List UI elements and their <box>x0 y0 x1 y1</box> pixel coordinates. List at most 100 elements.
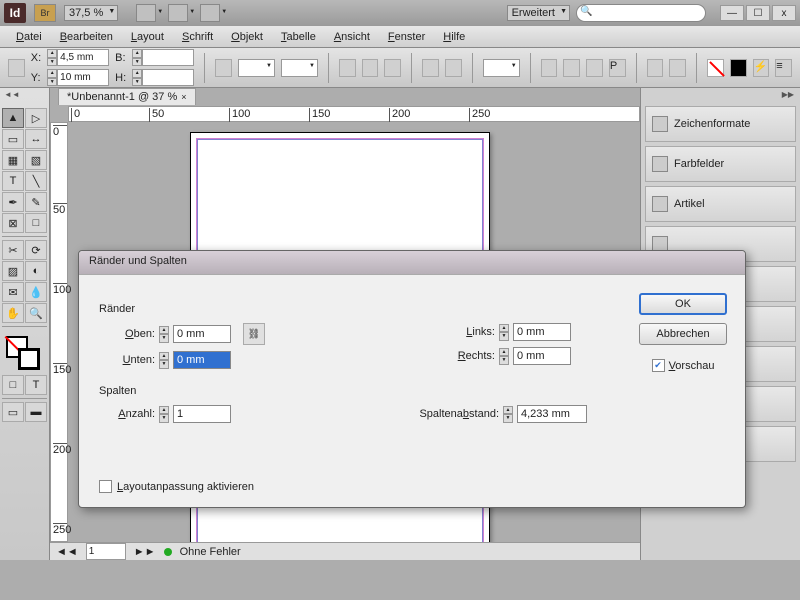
stroke-swatch[interactable] <box>18 348 40 370</box>
zoom-tool[interactable]: 🔍 <box>25 303 47 323</box>
abstand-input[interactable] <box>517 405 587 423</box>
layout-checkbox[interactable] <box>99 480 112 493</box>
page-nav-prev[interactable]: ◄◄ <box>56 546 78 558</box>
search-input[interactable] <box>576 4 706 22</box>
links-spinner[interactable]: ▲▼ <box>499 324 509 341</box>
select-container-icon[interactable] <box>422 59 439 77</box>
content-placer-tool[interactable]: ▧ <box>25 150 47 170</box>
link-margins-icon[interactable]: ⛓ <box>243 323 265 345</box>
flip-h-icon[interactable] <box>362 59 379 77</box>
fill-stroke-swatch[interactable] <box>2 334 47 374</box>
eyedropper-tool[interactable]: 💧 <box>25 282 47 302</box>
rechts-input[interactable] <box>513 347 571 365</box>
gradient-tool[interactable]: ▨ <box>2 261 24 281</box>
page-number-input[interactable] <box>86 543 126 560</box>
distribute-icon[interactable] <box>669 59 686 77</box>
document-tab[interactable]: *Unbenannt-1 @ 37 % × <box>58 88 196 105</box>
tab-close-icon[interactable]: × <box>181 92 186 102</box>
selection-tool[interactable]: ▲ <box>2 108 24 128</box>
screen-mode-icon[interactable] <box>168 4 188 22</box>
apply-color-tool[interactable]: □ <box>2 375 24 395</box>
menu-tabelle[interactable]: Tabelle <box>273 29 324 45</box>
type-tool[interactable]: T <box>2 171 24 191</box>
anzahl-spinner[interactable]: ▲▼ <box>159 406 169 423</box>
rechts-spinner[interactable]: ▲▼ <box>499 348 509 365</box>
close-button[interactable]: x <box>772 5 796 21</box>
cancel-button[interactable]: Abbrechen <box>639 323 727 345</box>
panel-artikel[interactable]: Artikel <box>645 186 796 222</box>
normal-view-tool[interactable]: ▭ <box>2 402 24 422</box>
wrap-icon[interactable] <box>563 59 580 77</box>
pen-tool[interactable]: ✒ <box>2 192 24 212</box>
fill-icon[interactable] <box>707 59 724 77</box>
pencil-tool[interactable]: ✎ <box>25 192 47 212</box>
rectangle-frame-tool[interactable]: ⊠ <box>2 213 24 233</box>
stroke-weight-dd[interactable] <box>483 59 520 77</box>
quick-apply-icon[interactable]: ⚡ <box>753 59 770 77</box>
page-nav-next[interactable]: ►► <box>134 546 156 558</box>
maximize-button[interactable]: ☐ <box>746 5 770 21</box>
panel-zeichenformate[interactable]: Zeichenformate <box>645 106 796 142</box>
menu-hilfe[interactable]: Hilfe <box>435 29 473 45</box>
menu-objekt[interactable]: Objekt <box>223 29 271 45</box>
oben-input[interactable] <box>173 325 231 343</box>
abstand-spinner[interactable]: ▲▼ <box>503 406 513 423</box>
menu-layout[interactable]: Layout <box>123 29 172 45</box>
gradient-feather-tool[interactable]: ◐ <box>25 261 47 281</box>
scissors-tool[interactable]: ✂ <box>2 240 24 260</box>
h-spinner[interactable]: ▲▼ <box>132 69 142 86</box>
links-input[interactable] <box>513 323 571 341</box>
gap-tool[interactable]: ↔ <box>25 129 47 149</box>
vorschau-checkbox[interactable]: ✔ <box>652 359 665 372</box>
y-spinner[interactable]: ▲▼ <box>47 69 57 86</box>
scale-y-dd[interactable] <box>281 59 318 77</box>
workspace-select[interactable]: Erweitert <box>507 5 570 21</box>
oben-spinner[interactable]: ▲▼ <box>159 326 169 343</box>
line-tool[interactable]: ╲ <box>25 171 47 191</box>
constrain-icon[interactable] <box>215 59 232 77</box>
rectangle-tool[interactable]: □ <box>25 213 47 233</box>
y-input[interactable] <box>57 69 109 86</box>
flip-v-icon[interactable] <box>384 59 401 77</box>
direct-selection-tool[interactable]: ▷ <box>25 108 47 128</box>
select-content-icon[interactable] <box>445 59 462 77</box>
menu-fenster[interactable]: Fenster <box>380 29 433 45</box>
panel-farbfelder[interactable]: Farbfelder <box>645 146 796 182</box>
menu-icon[interactable]: ≡ <box>775 59 792 77</box>
menu-bearbeiten[interactable]: Bearbeiten <box>52 29 121 45</box>
align-icon[interactable] <box>647 59 664 77</box>
reference-point-icon[interactable] <box>8 59 25 77</box>
effects-icon[interactable] <box>541 59 558 77</box>
rotate-icon[interactable] <box>339 59 356 77</box>
unten-spinner[interactable]: ▲▼ <box>159 352 169 369</box>
apply-text-tool[interactable]: T <box>25 375 47 395</box>
page-tool[interactable]: ▭ <box>2 129 24 149</box>
content-collector-tool[interactable]: ▦ <box>2 150 24 170</box>
ok-button[interactable]: OK <box>639 293 727 315</box>
note-tool[interactable]: ✉ <box>2 282 24 302</box>
bridge-icon[interactable]: Br <box>34 4 56 22</box>
menu-datei[interactable]: Datei <box>8 29 50 45</box>
unten-input[interactable] <box>173 351 231 369</box>
minimize-button[interactable]: — <box>720 5 744 21</box>
view-options-icon[interactable] <box>136 4 156 22</box>
b-input[interactable] <box>142 49 194 66</box>
zoom-select[interactable]: 37,5 % <box>64 5 118 21</box>
para-style-icon[interactable]: P <box>609 59 626 77</box>
toolbox: ▲ ▷ ▭ ↔ ▦ ▧ T ╲ ✒ ✎ ⊠ □ ✂ ⟳ ▨ ◐ ✉ 💧 ✋ 🔍 … <box>0 88 50 560</box>
menu-ansicht[interactable]: Ansicht <box>326 29 378 45</box>
anzahl-input[interactable] <box>173 405 231 423</box>
corner-icon[interactable] <box>586 59 603 77</box>
h-input[interactable] <box>142 69 194 86</box>
menu-schrift[interactable]: Schrift <box>174 29 221 45</box>
preview-view-tool[interactable]: ▬ <box>25 402 47 422</box>
b-label: B: <box>115 52 126 64</box>
b-spinner[interactable]: ▲▼ <box>132 49 142 66</box>
stroke-icon[interactable] <box>730 59 747 77</box>
arrange-docs-icon[interactable] <box>200 4 220 22</box>
transform-tool[interactable]: ⟳ <box>25 240 47 260</box>
x-input[interactable] <box>57 49 109 66</box>
hand-tool[interactable]: ✋ <box>2 303 24 323</box>
x-spinner[interactable]: ▲▼ <box>47 49 57 66</box>
scale-x-dd[interactable] <box>238 59 275 77</box>
